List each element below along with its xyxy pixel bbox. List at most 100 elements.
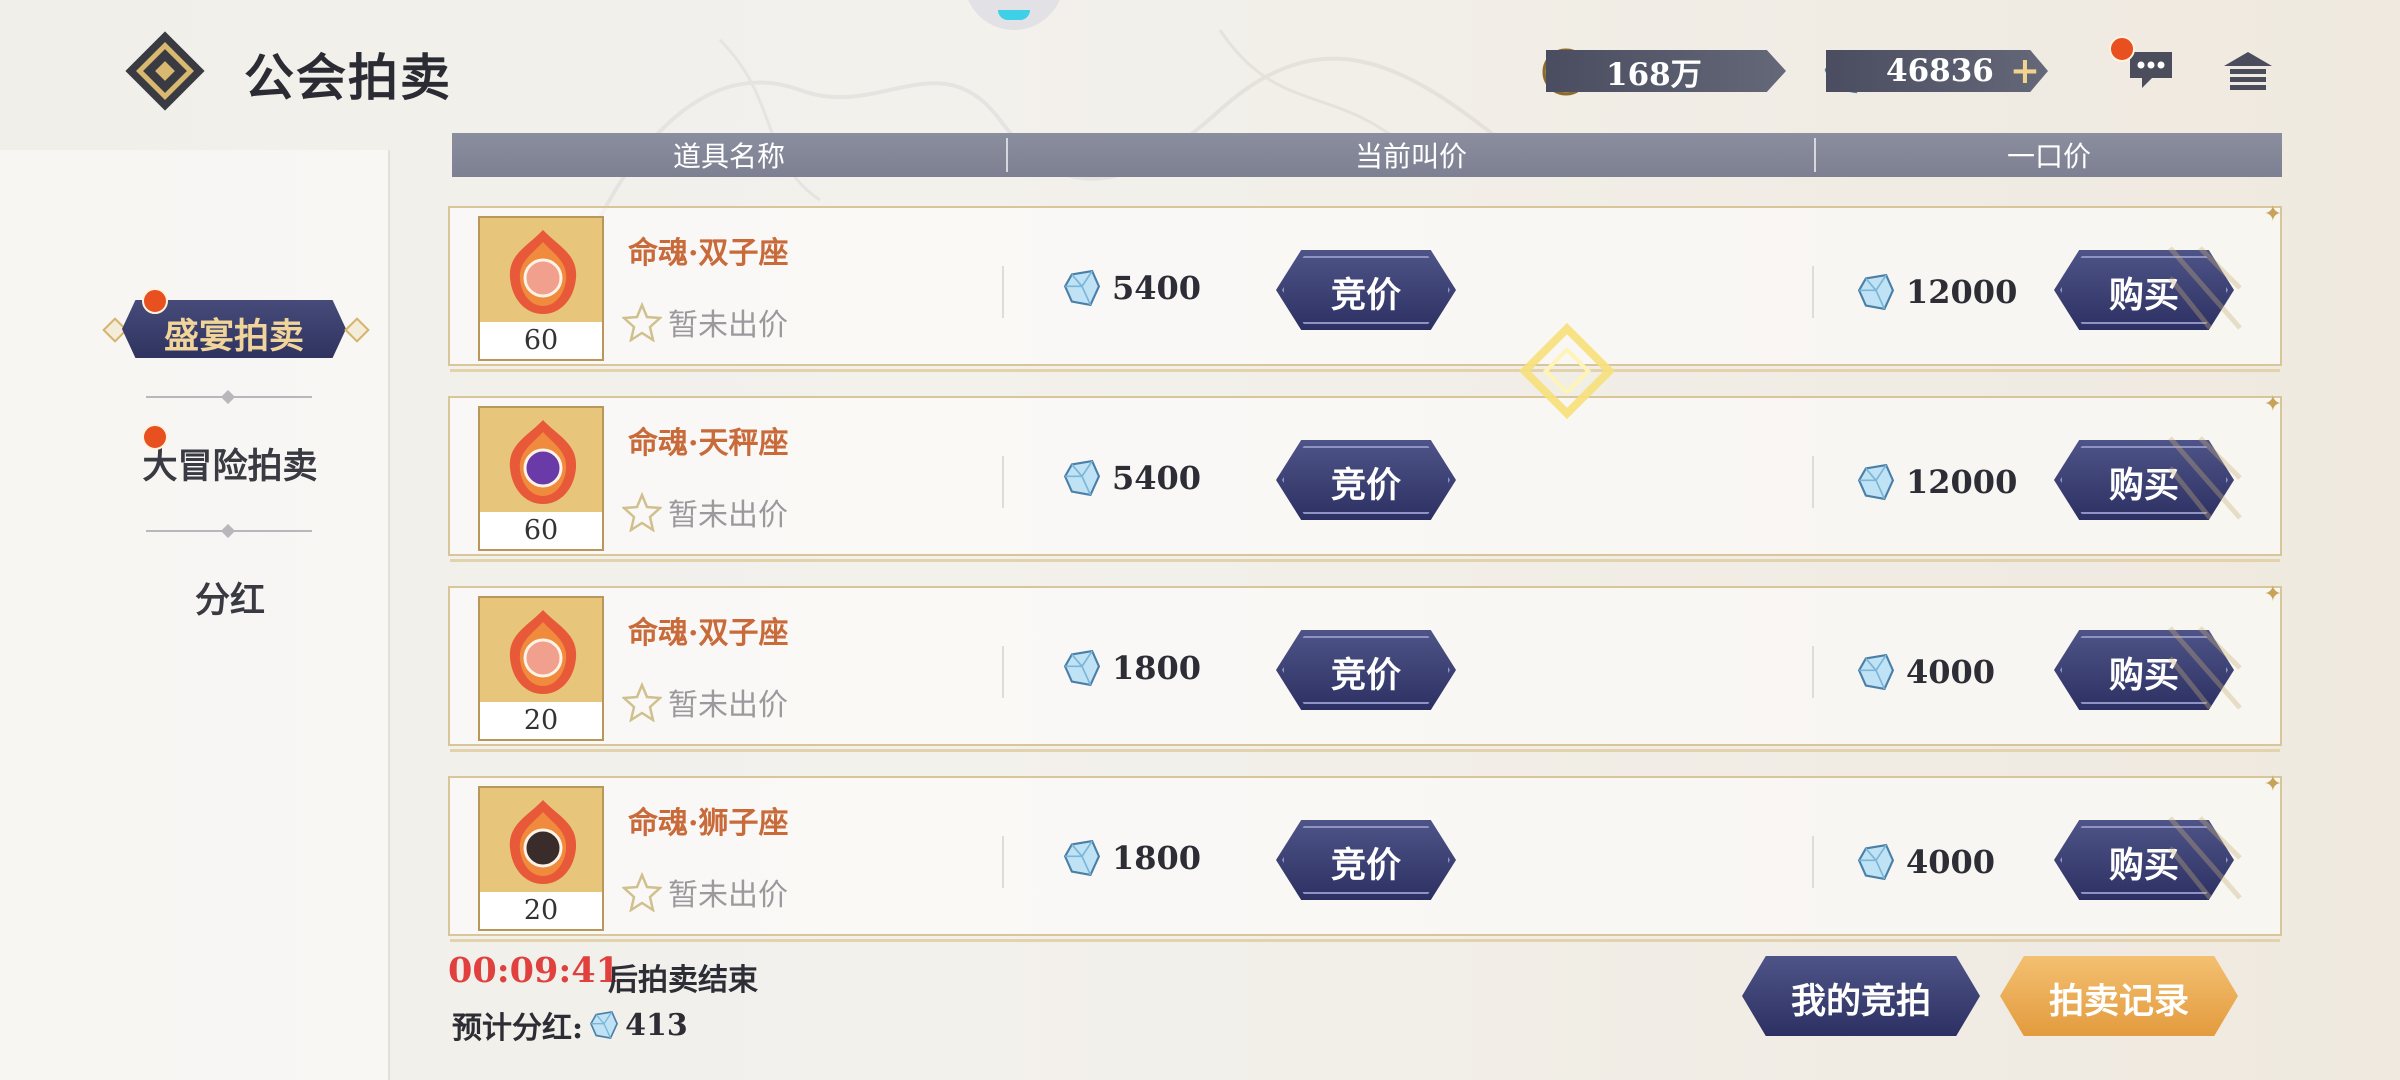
bid-status: 暂未出价 [622,490,788,534]
item-icon[interactable]: 20 [478,596,604,741]
current-bid-price: 5400 [1060,454,1201,502]
buyout-price: 12000 [1854,458,2017,506]
crystal-currency: 46836 + [1824,46,2048,96]
row-decoration [2168,816,2242,900]
sidebar: 盛宴拍卖 大冒险拍卖 分红 [0,150,390,1080]
auction-row: 20 命魂·狮子座 暂未出价 1800 竞价 4000 购买 ✦ [448,772,2282,942]
item-icon[interactable]: 60 [478,406,604,551]
crystal-icon [1857,843,1895,881]
column-header-buyout: 一口价 [2006,140,2091,173]
dividend-label: 预计分红: [452,1011,584,1046]
home-icon[interactable] [2222,50,2274,92]
gold-amount: 168万 [1546,50,1786,92]
current-bid-value: 1800 [1112,649,1202,687]
auction-row: 60 命魂·天秤座 暂未出价 5400 竞价 12000 购买 ✦ [448,392,2282,562]
crystal-icon [590,1011,619,1039]
row-decoration [2168,246,2242,330]
sidebar-badge [142,424,168,450]
corner-star-icon: ✦ [2263,772,2282,797]
bid-button[interactable]: 竞价 [1276,820,1456,900]
item-icon[interactable]: 20 [478,786,604,931]
table-header: 道具名称 当前叫价 一口价 [452,133,2282,177]
estimated-dividend: 预计分红: 413 [452,1003,688,1047]
current-bid-value: 1800 [1112,839,1202,877]
buyout-price: 12000 [1854,268,2017,316]
row-decoration [2168,626,2242,710]
chat-notification-badge [2109,36,2135,62]
crystal-icon [1857,273,1895,311]
buyout-price: 4000 [1854,648,1995,696]
sidebar-item-label: 盛宴拍卖 [163,316,304,357]
current-bid-value: 5400 [1112,269,1202,307]
divider [146,524,312,538]
buyout-value: 4000 [1906,843,1996,881]
bid-status-text: 暂未出价 [668,308,788,343]
soul-flame-icon [509,800,577,884]
corner-star-icon: ✦ [2263,392,2282,417]
crystal-amount: 46836 [1886,53,1994,89]
buyout-value: 12000 [1906,463,2018,501]
item-name: 命魂·双子座 [628,236,789,271]
bid-button[interactable]: 竞价 [1276,440,1456,520]
top-pull-handle[interactable] [964,0,1064,30]
add-crystal-button[interactable]: + [2010,50,2040,92]
column-header-item-name: 道具名称 [672,140,785,173]
timer-label: 后拍卖结束 [608,963,758,998]
star-icon [622,682,662,722]
sidebar-item-adventure-auction[interactable]: 大冒险拍卖 [0,438,460,489]
soul-flame-icon [509,610,577,694]
bid-status: 暂未出价 [622,680,788,724]
star-icon [622,492,662,532]
star-icon [622,872,662,912]
sidebar-badge [142,288,168,314]
crystal-icon [1063,649,1101,687]
bid-button[interactable]: 竞价 [1276,250,1456,330]
buyout-value: 12000 [1906,273,2018,311]
item-level: 20 [480,702,602,739]
page-title: 公会拍卖 [244,48,452,107]
item-icon[interactable]: 60 [478,216,604,361]
buyout-value: 4000 [1906,653,1996,691]
gold-currency: 168万 [1542,46,1786,96]
item-name: 命魂·狮子座 [628,806,789,841]
divider [146,390,312,404]
soul-flame-icon [509,420,577,504]
auction-timer: 00:09:41 [448,950,620,991]
dividend-value: 413 [625,1007,688,1043]
bid-status-text: 暂未出价 [668,498,788,533]
column-header-current-bid: 当前叫价 [1354,140,1467,173]
crystal-icon [1063,459,1101,497]
item-name: 命魂·双子座 [628,616,789,651]
target-marker-icon [1518,322,1616,420]
bid-status-text: 暂未出价 [668,688,788,723]
current-bid-price: 5400 [1060,264,1201,312]
auction-row: 20 命魂·双子座 暂未出价 1800 竞价 4000 购买 ✦ [448,582,2282,752]
item-name: 命魂·天秤座 [628,426,789,461]
row-decoration [2168,436,2242,520]
my-bids-button[interactable]: 我的竞拍 [1742,956,1980,1036]
current-bid-price: 1800 [1060,644,1201,692]
bid-status: 暂未出价 [622,870,788,914]
sidebar-item-feast-auction[interactable]: 盛宴拍卖 [100,300,370,358]
star-icon [622,302,662,342]
sidebar-item-dividend[interactable]: 分红 [0,572,460,623]
crystal-icon [1857,463,1895,501]
corner-star-icon: ✦ [2263,582,2282,607]
bid-status-text: 暂未出价 [668,878,788,913]
soul-flame-icon [509,230,577,314]
buyout-price: 4000 [1854,838,1995,886]
crystal-icon [1063,269,1101,307]
crystal-icon [1857,653,1895,691]
item-level: 60 [480,322,602,359]
current-bid-price: 1800 [1060,834,1201,882]
crystal-icon [1063,839,1101,877]
auction-row: 60 命魂·双子座 暂未出价 5400 竞价 12000 购买 ✦ [448,202,2282,372]
corner-star-icon: ✦ [2263,202,2282,227]
bid-status: 暂未出价 [622,300,788,344]
current-bid-value: 5400 [1112,459,1202,497]
bid-button[interactable]: 竞价 [1276,630,1456,710]
item-level: 60 [480,512,602,549]
auction-records-button[interactable]: 拍卖记录 [2000,956,2238,1036]
guild-logo-icon [125,31,205,111]
item-level: 20 [480,892,602,929]
